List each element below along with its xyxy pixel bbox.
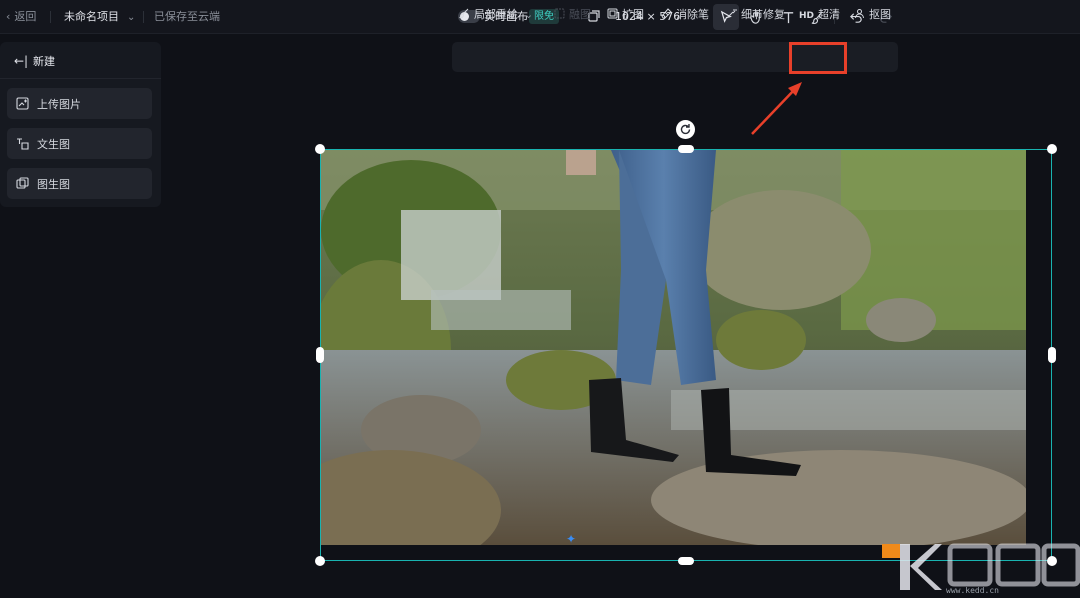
eraser-icon: [661, 8, 672, 19]
inpaint-button[interactable]: 局部重绘 ⌄: [459, 8, 533, 22]
divider: [50, 11, 51, 23]
top-bar: ‹ 返回 未命名项目 ⌄ 已保存至云端 实时画布 限免 1024 × 576 ⌄: [0, 0, 1080, 34]
expand-button[interactable]: 扩图: [607, 8, 644, 22]
resize-handle-top-right[interactable]: [1047, 144, 1057, 154]
image-to-image-icon: [16, 177, 29, 189]
expand-icon: [607, 8, 618, 19]
upload-image-icon: [16, 97, 29, 110]
chevron-left-icon: ‹: [6, 10, 11, 23]
sidebar: ←| 新建 上传图片 文生图 图生图: [0, 42, 161, 207]
resize-handle-top-left[interactable]: [315, 144, 325, 154]
chevron-down-icon: ⌄: [524, 8, 534, 21]
resize-handle-bottom-left[interactable]: [315, 556, 325, 566]
sparkle-icon: ✦: [566, 532, 577, 546]
blend-button[interactable]: 融图: [554, 8, 591, 22]
hd-upscale-button[interactable]: HD 超清: [799, 8, 840, 22]
eraser-button[interactable]: 消除笔: [661, 8, 709, 22]
text-to-image-button[interactable]: 文生图: [7, 128, 152, 159]
text-to-image-icon: [17, 138, 29, 150]
new-label: 新建: [33, 55, 55, 68]
rotate-handle[interactable]: [676, 120, 695, 139]
detail-repair-button[interactable]: 细节修复: [726, 8, 785, 22]
upload-image-button[interactable]: 上传图片: [7, 88, 152, 119]
save-status: 已保存至云端: [154, 10, 220, 23]
project-name-dropdown[interactable]: 未命名项目 ⌄: [64, 9, 135, 25]
back-button[interactable]: ‹ 返回: [6, 9, 36, 25]
highlight-box: [789, 42, 847, 74]
inpaint-icon: [459, 8, 469, 19]
collapse-left-icon: ←|: [14, 54, 29, 68]
divider: [143, 11, 144, 23]
blend-icon: [554, 8, 565, 19]
magic-wand-icon: [726, 9, 737, 19]
resize-handle-right[interactable]: [1048, 347, 1056, 363]
resize-handle-top[interactable]: [678, 145, 694, 153]
cutout-icon: [855, 9, 864, 19]
resize-handle-bottom[interactable]: [678, 557, 694, 565]
annotation-arrow: [751, 82, 802, 135]
hd-icon: HD: [799, 11, 815, 21]
selection-frame: [320, 149, 1052, 561]
cutout-button[interactable]: 抠图: [854, 8, 891, 22]
chevron-down-icon: ⌄: [127, 12, 136, 23]
resize-handle-left[interactable]: [316, 347, 324, 363]
sidebar-header[interactable]: ←| 新建: [0, 42, 161, 79]
rotate-icon: [680, 124, 691, 135]
watermark-text: www.kedd.cn: [946, 586, 999, 595]
image-to-image-button[interactable]: 图生图: [7, 168, 152, 199]
